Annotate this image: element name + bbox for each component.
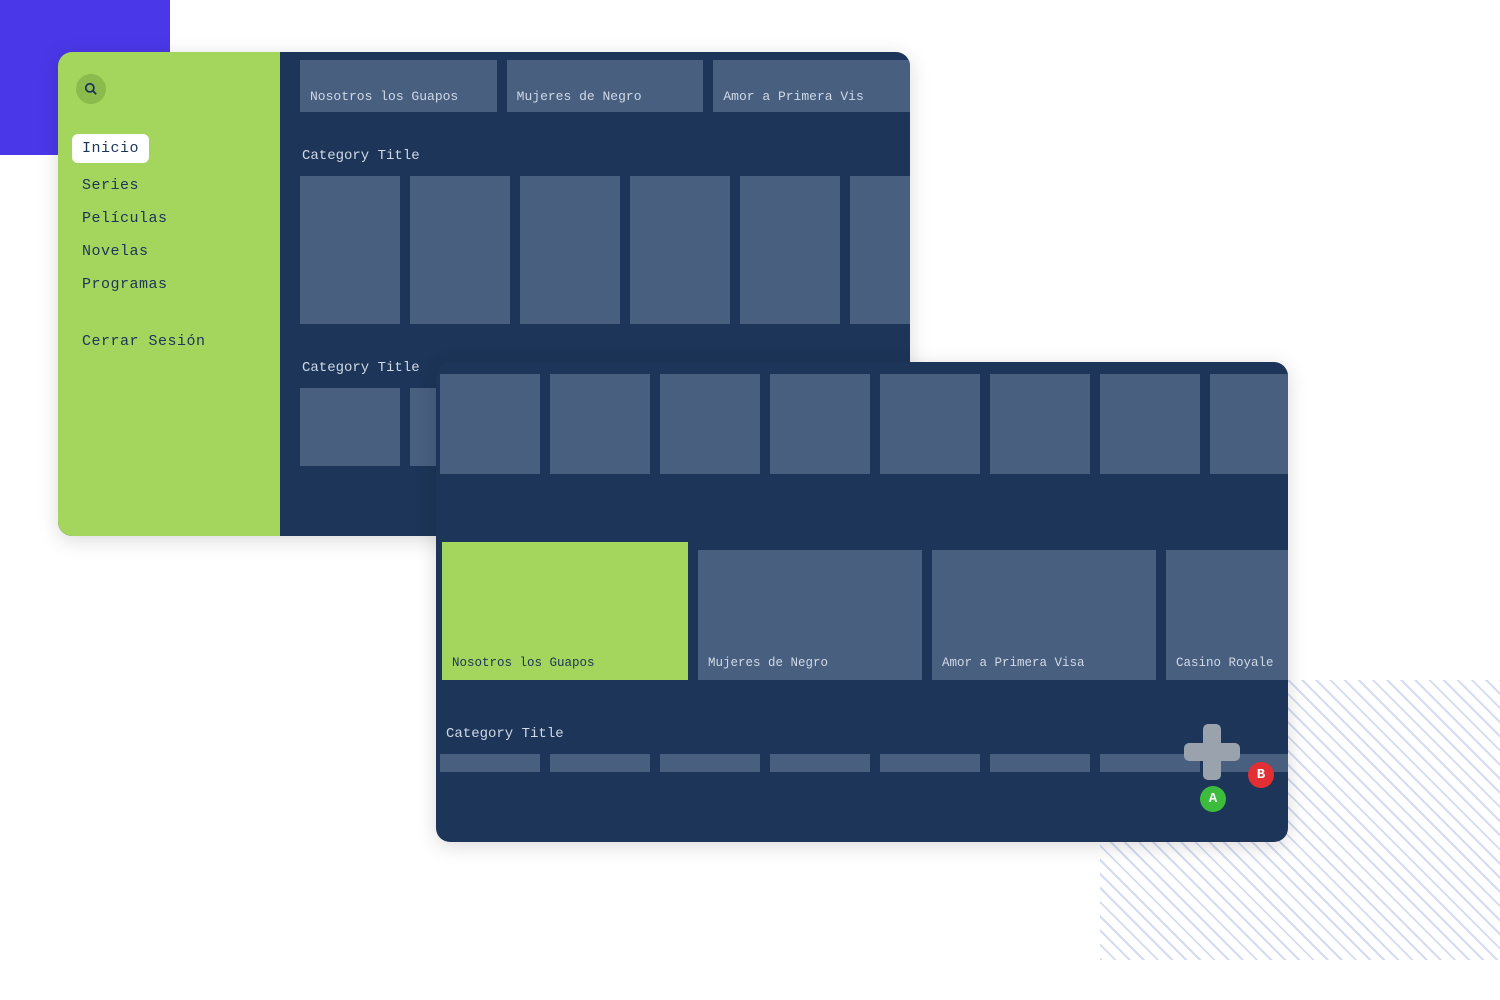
content-tile[interactable] — [990, 374, 1090, 474]
hero-tile-focused[interactable]: Nosotros los Guapos — [442, 542, 688, 680]
hero-tile[interactable]: Casino Royale — [1166, 550, 1288, 680]
content-tile[interactable] — [300, 388, 400, 466]
content-tile[interactable] — [1210, 374, 1288, 474]
content-tile[interactable]: Mujeres de Negro — [507, 60, 704, 112]
gamepad-b-button: B — [1248, 762, 1274, 788]
content-tile[interactable] — [1100, 374, 1200, 474]
category-title: Category Title — [446, 726, 1288, 742]
content-tile[interactable] — [880, 754, 980, 772]
content-tile[interactable] — [410, 176, 510, 324]
sidebar-item-programas[interactable]: Programas — [72, 270, 266, 299]
tv-screen-content-view: Nosotros los Guapos Mujeres de Negro Amo… — [436, 362, 1288, 842]
content-tile[interactable] — [440, 754, 540, 772]
content-tile[interactable] — [660, 374, 760, 474]
content-tile[interactable] — [520, 176, 620, 324]
content-tile[interactable]: Nosotros los Guapos — [300, 60, 497, 112]
sidebar-item-novelas[interactable]: Novelas — [72, 237, 266, 266]
hero-tile[interactable]: Amor a Primera Visa — [932, 550, 1156, 680]
hero-tile[interactable]: Mujeres de Negro — [698, 550, 922, 680]
category-row — [300, 176, 910, 324]
screen1-top-row: Nosotros los Guapos Mujeres de Negro Amo… — [300, 60, 910, 112]
category-title: Category Title — [302, 148, 910, 164]
sidebar: Inicio Series Películas Novelas Programa… — [58, 52, 280, 536]
content-tile[interactable] — [630, 176, 730, 324]
content-tile[interactable] — [770, 374, 870, 474]
gamepad-a-button: A — [1200, 786, 1226, 812]
sidebar-item-logout[interactable]: Cerrar Sesión — [72, 327, 266, 356]
content-tile[interactable] — [550, 754, 650, 772]
content-tile[interactable] — [740, 176, 840, 324]
content-tile[interactable] — [880, 374, 980, 474]
content-tile[interactable] — [440, 374, 540, 474]
sidebar-item-peliculas[interactable]: Películas — [72, 204, 266, 233]
search-icon — [84, 82, 98, 96]
content-tile[interactable] — [850, 176, 910, 324]
hero-row: Nosotros los Guapos Mujeres de Negro Amo… — [440, 550, 1288, 680]
content-tile[interactable]: Amor a Primera Vis — [713, 60, 910, 112]
dpad-icon — [1184, 724, 1240, 780]
sidebar-item-series[interactable]: Series — [72, 171, 266, 200]
search-button[interactable] — [76, 74, 106, 104]
sidebar-item-inicio[interactable]: Inicio — [72, 134, 149, 163]
content-tile[interactable] — [990, 754, 1090, 772]
content-tile[interactable] — [770, 754, 870, 772]
gamepad-overlay: B A — [1164, 718, 1274, 828]
category-row — [440, 374, 1288, 474]
content-tile[interactable] — [300, 176, 400, 324]
content-tile[interactable] — [550, 374, 650, 474]
category-row — [440, 754, 1288, 772]
content-tile[interactable] — [660, 754, 760, 772]
